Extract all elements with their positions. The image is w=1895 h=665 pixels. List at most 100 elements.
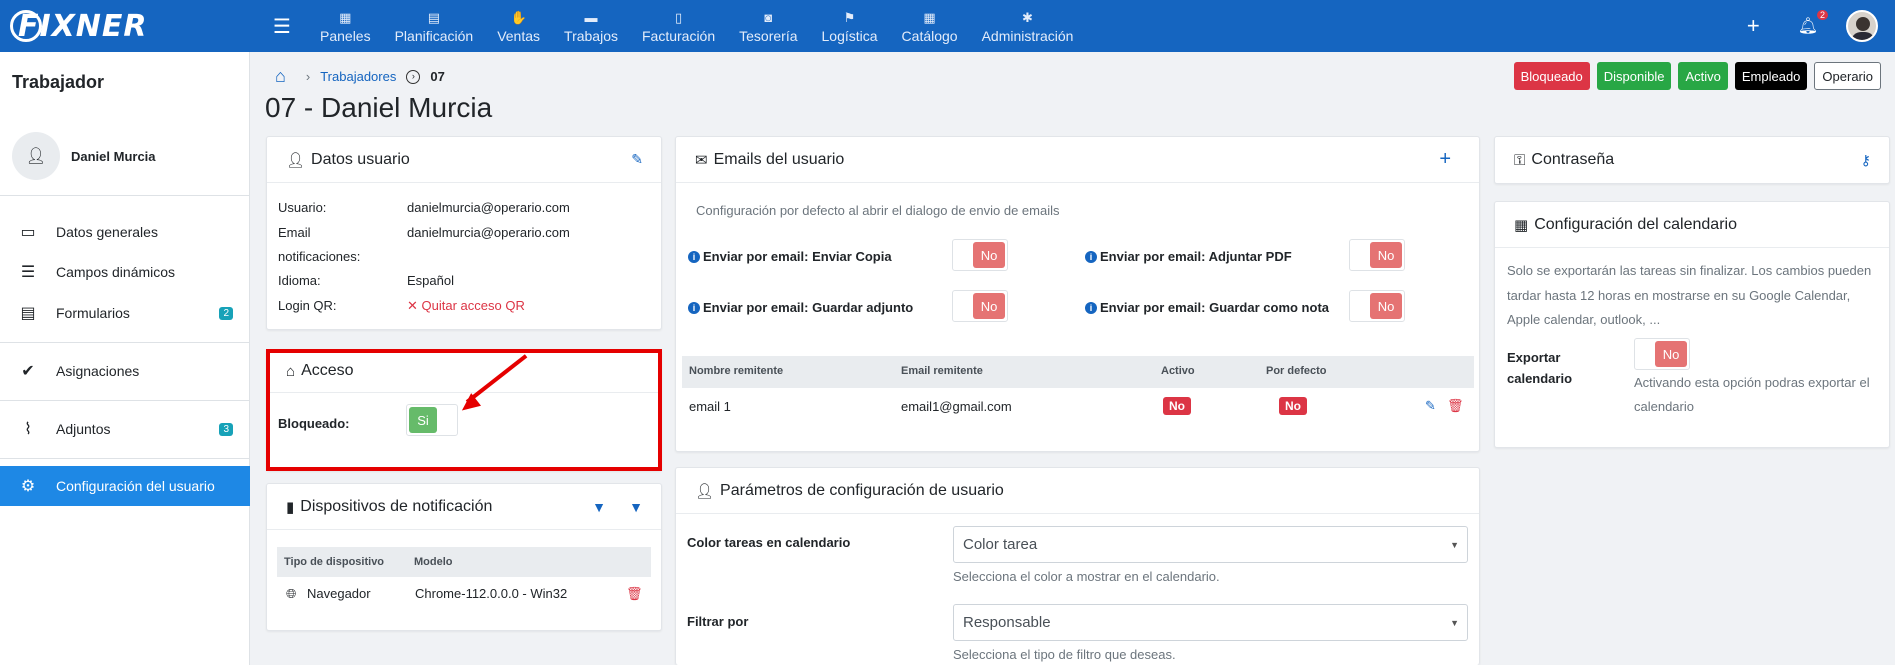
exportar-help: calendario — [1634, 399, 1694, 414]
user-avatar[interactable] — [1846, 10, 1878, 42]
option-text: Enviar por email: Guardar como nota — [1100, 300, 1329, 315]
add-icon[interactable]: + — [1747, 13, 1760, 39]
nav-catalogo[interactable]: ▦ Catálogo — [890, 0, 970, 52]
defecto-badge: No — [1279, 397, 1307, 415]
nav-label: Ventas — [497, 27, 541, 44]
trash-icon[interactable]: 🗑︎ — [1447, 398, 1464, 414]
guardar-nota-toggle[interactable]: No — [1349, 290, 1405, 322]
status-disponible-button[interactable]: Disponible — [1596, 62, 1672, 90]
info-icon: i — [688, 302, 700, 314]
grid-icon: ▦ — [339, 9, 352, 25]
select-value: Color tarea — [963, 536, 1038, 553]
notification-count-badge: 2 — [1816, 10, 1828, 20]
card-header: 👤︎ Datos usuario ✎ — [267, 137, 661, 183]
trash-icon[interactable]: 🗑︎ — [626, 586, 643, 602]
color-tareas-label: Color tareas en calendario — [687, 535, 851, 550]
mobile-icon: ▮ — [286, 498, 295, 516]
nav-administracion[interactable]: ✱ Administración — [970, 0, 1086, 52]
nav-planificacion[interactable]: ▤ Planificación — [383, 0, 486, 52]
chevron-down-icon: ▼ — [1450, 539, 1459, 550]
cogs-icon: ⚙ — [20, 478, 36, 495]
status-activo-button[interactable]: Activo — [1678, 62, 1728, 90]
globe-icon: 🌐︎ — [286, 586, 297, 601]
nav-ventas[interactable]: ✋ Ventas — [485, 0, 552, 52]
sidebar: Trabajador 👤︎ Daniel Murcia ▭ Datos gener… — [0, 52, 250, 665]
sidebar-divider — [0, 342, 250, 343]
exportar-help: Activando esta opción podras exportar el — [1634, 375, 1870, 390]
page-title: 07 - Daniel Murcia — [265, 92, 493, 123]
sender-email: email1@gmail.com — [901, 399, 1012, 414]
invoice-icon: ▯ — [674, 9, 683, 25]
emails-card: ✉ Emails del usuario + Configuración por… — [675, 136, 1480, 452]
form-icon: ▤ — [20, 305, 36, 322]
field-value: danielmurcia@operario.com — [407, 225, 570, 240]
info-icon: i — [1085, 302, 1097, 314]
sidebar-item-label: Adjuntos — [56, 421, 111, 437]
status-buttons: Bloqueado Disponible Activo Empleado Ope… — [1513, 62, 1881, 90]
calendar-icon: ▤ — [427, 9, 441, 25]
sidebar-item-adjuntos[interactable]: ⌇ Adjuntos 3 — [0, 409, 250, 449]
calendar-icon: ▦ — [1514, 216, 1529, 234]
option-text: Enviar por email: Enviar Copia — [703, 249, 892, 264]
close-icon: ✕ — [407, 298, 422, 313]
nav-facturacion[interactable]: ▯ Facturación — [630, 0, 727, 52]
calendar-desc-line: tardar hasta 12 horas en mostrarse en su… — [1507, 288, 1851, 303]
email-option-label: i Enviar por email: Enviar Copia — [688, 249, 892, 264]
add-email-icon[interactable]: + — [1439, 148, 1451, 171]
sidebar-item-formularios[interactable]: ▤ Formularios 2 — [0, 293, 250, 333]
cog-icon: ✱ — [1022, 9, 1033, 25]
logo-text: FIXNER — [18, 8, 148, 44]
bell-icon[interactable]: 🔔︎ 2 — [1798, 10, 1828, 36]
nav-trabajos[interactable]: ▬ Trabajos — [552, 0, 630, 52]
main-nav: ▦ Paneles ▤ Planificación ✋ Ventas ▬ Trabajo… — [308, 0, 1085, 52]
filtrar-por-select[interactable]: Responsable ▼ — [953, 604, 1468, 641]
home-icon[interactable]: ⌂ — [275, 66, 286, 87]
nav-paneles[interactable]: ▦ Paneles — [308, 0, 383, 52]
guardar-adjunto-toggle[interactable]: No — [952, 290, 1008, 322]
remove-qr-link[interactable]: ✕ Quitar acceso QR — [407, 298, 525, 314]
change-password-icon[interactable]: ⚷ — [1861, 152, 1871, 169]
clear-filter-icon[interactable]: ▼ — [629, 499, 643, 515]
sidebar-user-block: 👤︎ Daniel Murcia — [0, 80, 250, 196]
option-text: Enviar por email: Adjuntar PDF — [1100, 249, 1292, 264]
filter-icon[interactable]: ▼ — [592, 499, 606, 515]
exportar-label: Exportar — [1507, 350, 1561, 365]
status-bloqueado-button[interactable]: Bloqueado — [1513, 62, 1590, 90]
edit-icon[interactable]: ✎ — [1425, 398, 1436, 414]
sidebar-item-configuracion-usuario[interactable]: ⚙ Configuración del usuario — [0, 466, 250, 506]
sidebar-item-label: Configuración del usuario — [56, 478, 215, 494]
card-header: ▦ Configuración del calendario — [1495, 202, 1889, 248]
field-label: notificaciones: — [278, 249, 361, 264]
info-icon: i — [688, 251, 700, 263]
adjuntar-pdf-toggle[interactable]: No — [1349, 239, 1405, 271]
status-empleado-button[interactable]: Empleado — [1734, 62, 1808, 90]
sidebar-item-datos-generales[interactable]: ▭ Datos generales — [0, 212, 250, 252]
edit-icon[interactable]: ✎ — [631, 151, 643, 168]
sidebar-item-asignaciones[interactable]: ✔ Asignaciones — [0, 351, 250, 391]
dispositivos-card: ▮ Dispositivos de notificación ▼ ▼ Tipo … — [266, 483, 662, 631]
enviar-copia-toggle[interactable]: No — [952, 239, 1008, 271]
card-title: Contraseña — [1531, 151, 1615, 168]
chevron-down-icon: ▼ — [1450, 617, 1459, 628]
nav-tesoreria[interactable]: ◙ Tesorería — [727, 0, 809, 52]
column-header: Tipo de dispositivo — [284, 556, 385, 568]
sidebar-item-campos-dinamicos[interactable]: ☰ Campos dinámicos — [0, 252, 250, 292]
sender-name: email 1 — [689, 399, 731, 414]
sidebar-user-name: Daniel Murcia — [71, 149, 156, 164]
field-value: Español — [407, 273, 454, 288]
envelope-icon: ✉ — [695, 151, 708, 169]
datos-usuario-card: 👤︎ Datos usuario ✎ Usuario: danielmurcia… — [266, 136, 662, 330]
exportar-calendario-toggle[interactable]: No — [1634, 338, 1690, 370]
color-tareas-select[interactable]: Color tarea ▼ — [953, 526, 1468, 563]
info-icon: i — [1085, 251, 1097, 263]
sidebar-divider — [0, 400, 250, 401]
activo-badge: No — [1163, 397, 1191, 415]
status-operario-button[interactable]: Operario — [1814, 62, 1881, 90]
nav-logistica[interactable]: ⚑ Logística — [810, 0, 890, 52]
toggle-state: No — [1370, 293, 1402, 319]
fixner-logo[interactable]: FIXNER — [0, 0, 250, 52]
breadcrumb-link-trabajadores[interactable]: Trabajadores — [320, 69, 396, 84]
menu-toggle-icon[interactable]: ☰ — [273, 14, 291, 39]
field-value: danielmurcia@operario.com — [407, 200, 570, 215]
sidebar-item-label: Datos generales — [56, 224, 158, 240]
